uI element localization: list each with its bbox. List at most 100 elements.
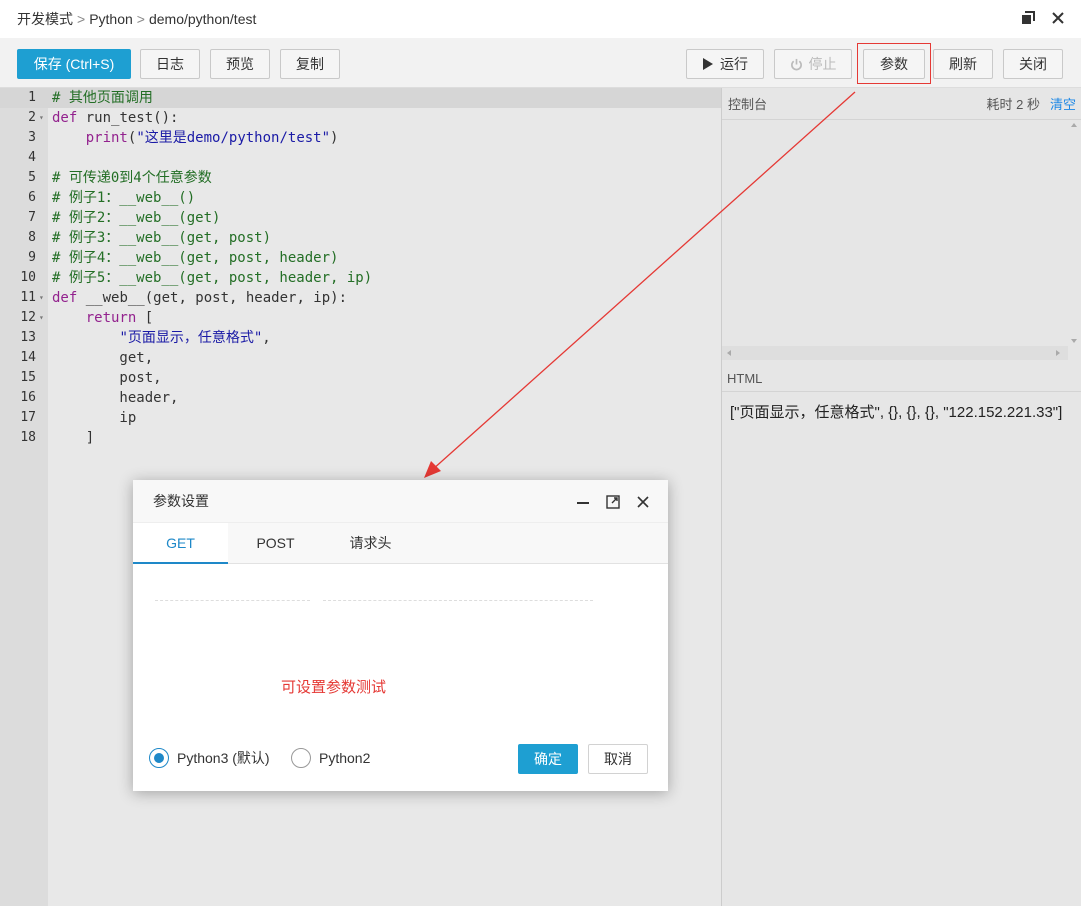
code-text: get, <box>52 350 154 366</box>
param-value-field[interactable] <box>323 600 593 601</box>
line-number: 17 <box>20 410 36 425</box>
hint-text: 可设置参数测试 <box>281 679 387 696</box>
line-number: 1 <box>28 90 36 105</box>
restore-window-icon[interactable] <box>1019 9 1037 27</box>
line-number: 16 <box>20 390 36 405</box>
copy-button[interactable]: 复制 <box>280 49 340 79</box>
save-button[interactable]: 保存 (Ctrl+S) <box>17 49 131 79</box>
breadcrumb-item[interactable]: Python <box>89 11 133 27</box>
run-button[interactable]: 运行 <box>686 49 764 79</box>
code-line[interactable]: 13 "页面显示，任意格式", <box>0 328 721 348</box>
code-text: ] <box>52 430 95 446</box>
line-number: 13 <box>20 330 36 345</box>
line-number: 7 <box>28 210 36 225</box>
console-label: 控制台 <box>728 97 768 112</box>
console-horizontal-scrollbar[interactable] <box>722 346 1068 360</box>
fold-toggle-icon[interactable]: ▾ <box>39 308 44 328</box>
params-dialog: 参数设置 GET POST 请求头 可设置参数测试 Python3 (默认) P… <box>133 480 668 791</box>
html-output: ["页面显示，任意格式", {}, {}, {}, "122.152.221.3… <box>730 404 1063 421</box>
tab-headers[interactable]: 请求头 <box>323 523 418 564</box>
code-text: # 例子3：__web__(get, post) <box>52 230 272 246</box>
code-line[interactable]: 4 <box>0 148 721 168</box>
code-line[interactable]: 15 post, <box>0 368 721 388</box>
code-line[interactable]: 9 # 例子4：__web__(get, post, header) <box>0 248 721 268</box>
line-number: 6 <box>28 190 36 205</box>
line-number: 11 <box>20 290 36 305</box>
breadcrumb-separator: > <box>136 11 145 27</box>
tab-post[interactable]: POST <box>228 523 323 564</box>
line-number: 9 <box>28 250 36 265</box>
code-line[interactable]: 14 get, <box>0 348 721 368</box>
run-label: 运行 <box>720 56 748 72</box>
app-window: 开发模式 > Python > demo/python/test 保存 (Ctr… <box>0 0 1081 906</box>
line-number: 5 <box>28 170 36 185</box>
html-panel-header: HTML <box>722 366 1081 392</box>
radio-python3[interactable]: Python3 (默认) <box>149 748 270 768</box>
line-number: 10 <box>20 270 36 285</box>
close-button[interactable]: 关闭 <box>1003 49 1063 79</box>
play-icon <box>703 58 713 70</box>
console-header: 控制台 耗时 2 秒 清空 <box>722 88 1081 120</box>
code-line[interactable]: 11 ▾ def __web__(get, post, header, ip): <box>0 288 721 308</box>
radio-python2-label: Python2 <box>319 750 371 766</box>
code-line[interactable]: 17 ip <box>0 408 721 428</box>
line-number: 8 <box>28 230 36 245</box>
breadcrumb-separator: > <box>77 11 86 27</box>
stop-button[interactable]: 停止 <box>774 49 852 79</box>
console-body <box>722 120 1081 346</box>
line-number: 12 <box>20 310 36 325</box>
tab-get[interactable]: GET <box>133 523 228 564</box>
confirm-button[interactable]: 确定 <box>518 744 578 774</box>
clear-console-link[interactable]: 清空 <box>1050 94 1076 113</box>
radio-python2[interactable]: Python2 <box>291 748 370 768</box>
fold-toggle-icon[interactable]: ▾ <box>39 288 44 308</box>
close-dialog-icon[interactable] <box>634 493 652 511</box>
code-line[interactable]: 16 header, <box>0 388 721 408</box>
code-text: # 例子4：__web__(get, post, header) <box>52 250 339 266</box>
code-text: print("这里是demo/python/test") <box>85 130 339 146</box>
code-line[interactable]: 1 # 其他页面调用 <box>0 88 721 108</box>
code-line[interactable]: 5 # 可传递0到4个任意参数 <box>0 168 721 188</box>
toolbar: 保存 (Ctrl+S) 日志 预览 复制 运行 停止 参数 刷新 关闭 <box>0 38 1081 88</box>
code-line[interactable]: 3 print("这里是demo/python/test") <box>0 128 721 148</box>
power-icon <box>790 58 802 70</box>
code-line[interactable]: 8 # 例子3：__web__(get, post) <box>0 228 721 248</box>
code-text: # 例子1：__web__() <box>52 190 196 206</box>
line-number: 18 <box>20 430 36 445</box>
code-line[interactable]: 6 # 例子1：__web__() <box>0 188 721 208</box>
line-number: 3 <box>28 130 36 145</box>
radio-python3-label: Python3 (默认) <box>177 750 270 766</box>
code-text: # 例子2：__web__(get) <box>52 210 221 226</box>
breadcrumb-item[interactable]: 开发模式 <box>17 9 73 29</box>
log-button[interactable]: 日志 <box>140 49 200 79</box>
stop-label: 停止 <box>808 56 837 72</box>
code-line[interactable]: 2 ▾ def run_test(): <box>0 108 721 128</box>
params-button[interactable]: 参数 <box>863 49 925 79</box>
code-line[interactable]: 18 ] <box>0 428 721 448</box>
output-panel: 控制台 耗时 2 秒 清空 HTML ["页面显示，任意格式", {}, {},… <box>721 88 1081 906</box>
code-line[interactable]: 7 # 例子2：__web__(get) <box>0 208 721 228</box>
radio-unchecked-icon <box>291 748 311 768</box>
dialog-header: 参数设置 <box>133 480 668 523</box>
minimize-icon[interactable] <box>574 493 592 511</box>
line-number: 14 <box>20 350 36 365</box>
line-number: 15 <box>20 370 36 385</box>
fold-toggle-icon[interactable]: ▾ <box>39 108 44 128</box>
elapsed-time: 耗时 2 秒 <box>986 97 1040 112</box>
preview-button[interactable]: 预览 <box>210 49 270 79</box>
param-key-field[interactable] <box>155 600 310 601</box>
dialog-tabs: GET POST 请求头 <box>133 523 668 564</box>
title-bar: 开发模式 > Python > demo/python/test <box>0 0 1081 38</box>
code-text: "页面显示，任意格式", <box>119 330 271 346</box>
close-window-icon[interactable] <box>1049 9 1067 27</box>
code-line[interactable]: 12 ▾ return [ <box>0 308 721 328</box>
code-text: return [ <box>85 310 154 326</box>
radio-checked-icon <box>149 748 169 768</box>
code-text: header, <box>52 390 179 406</box>
cancel-button[interactable]: 取消 <box>588 744 648 774</box>
console-vertical-scrollbar[interactable] <box>1067 120 1081 346</box>
code-line[interactable]: 10 # 例子5：__web__(get, post, header, ip) <box>0 268 721 288</box>
code-text: def __web__(get, post, header, ip): <box>52 290 348 306</box>
refresh-button[interactable]: 刷新 <box>933 49 993 79</box>
maximize-icon[interactable] <box>604 493 622 511</box>
